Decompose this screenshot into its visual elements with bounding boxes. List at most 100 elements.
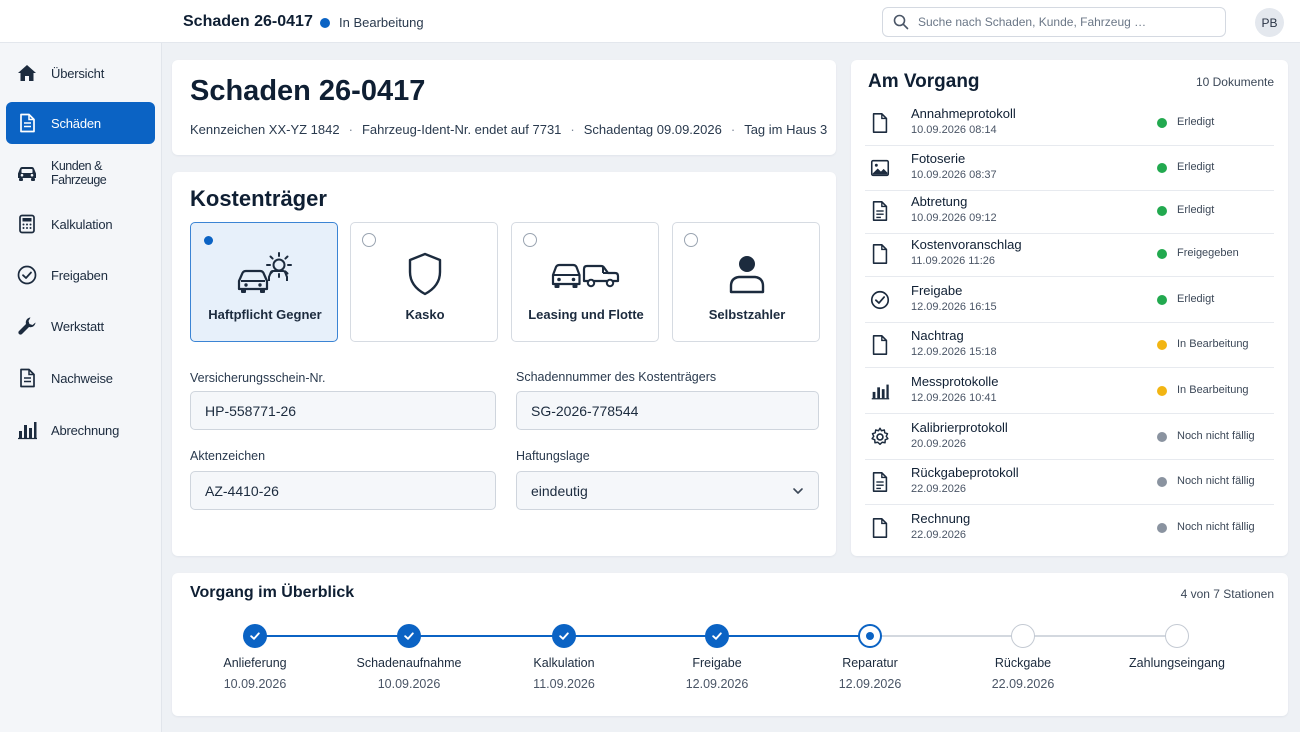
payer-option-selbstzahler[interactable]: Selbstzahler [672,222,820,342]
timeline-node-done[interactable] [397,624,421,648]
document-row[interactable]: Messprotokolle 12.09.2026 10:41 In Bearbei… [865,369,1274,414]
document-icon [872,113,888,133]
page-title: Schaden 26-0417 [190,75,426,107]
status-dot [320,17,330,28]
timeline-connector [409,635,564,637]
document-row[interactable]: Kalibrierprotokoll 20.09.2026 Noch nicht f… [865,415,1274,460]
document-icon [872,244,888,264]
payer-option-haftpflicht-gegner[interactable]: Haftpflicht Gegner [190,222,338,342]
option-label: Leasing und Flotte [528,307,644,322]
sidebar-item-uebersicht[interactable]: Übersicht [6,52,155,94]
timeline-node-current[interactable] [858,624,882,648]
status-text: In Bearbeitung [339,15,424,30]
timeline-node-done[interactable] [552,624,576,648]
check-circle-icon [17,265,37,285]
document-icon [20,113,35,133]
sidebar-item-label: Schäden [51,115,101,131]
calculator-icon [19,214,35,234]
gear-icon [871,427,889,446]
document-date: 12.09.2026 15:18 [911,346,997,358]
document-row[interactable]: Freigabe 12.09.2026 16:15 Erledigt [865,278,1274,323]
document-name: Kostenvoranschlag [911,237,1022,252]
sidebar-item-label: Abrechnung [51,422,120,438]
checkmark-icon [712,632,722,640]
sidebar: Übersicht Schäden Kunden & Fahrzeuge Kal… [0,43,162,732]
timeline-node-done[interactable] [243,624,267,648]
search-box[interactable] [882,7,1226,37]
timeline-station-date: 12.09.2026 [838,677,902,691]
sidebar-item-werkstatt[interactable]: Werkstatt [6,305,155,347]
radio-unselected[interactable] [684,233,698,247]
sidebar-item-kalkulation[interactable]: Kalkulation [6,203,155,245]
timeline-connector [870,635,1023,637]
payer-claim-number-field[interactable] [516,391,819,430]
document-row[interactable]: Rückgabeprotokoll 22.09.2026 Noch nicht fä… [865,460,1274,505]
documents-card: Am Vorgang 10 Dokumente Annahmeprotokoll… [851,60,1288,556]
timeline-station-date: 11.09.2026 [533,677,595,691]
timeline-station-date: 22.09.2026 [991,677,1055,691]
document-name: Messprotokolle [911,374,999,389]
car-collision-icon [191,249,339,299]
radio-selected[interactable] [202,233,216,247]
search-input[interactable] [918,15,1208,29]
timeline-node-pending[interactable] [1011,624,1035,648]
radio-unselected[interactable] [523,233,537,247]
timeline-node-pending[interactable] [1165,624,1189,648]
timeline-station-label: Reparatur [842,656,898,670]
timeline-connector [564,635,717,637]
timeline-station-label: Rückgabe [994,656,1052,670]
status-dot [1157,206,1167,216]
document-row[interactable]: Annahmeprotokoll 10.09.2026 08:14 Erledigt [865,101,1274,146]
home-icon [18,65,36,81]
document-date: 10.09.2026 09:12 [911,212,997,224]
document-name: Kalibrierprotokoll [911,420,1008,435]
document-status: Erledigt [1177,161,1215,173]
sidebar-item-freigaben[interactable]: Freigaben [6,254,155,296]
document-row[interactable]: Kostenvoranschlag 11.09.2026 11:26 Freigeg… [865,232,1274,277]
status-dot [1157,432,1167,442]
document-row[interactable]: Rechnung 22.09.2026 Noch nicht fällig [865,506,1274,551]
file-reference-field[interactable] [190,471,496,510]
document-status: Noch nicht fällig [1177,430,1255,442]
license-plate: Kennzeichen XX-YZ 1842 [190,122,340,137]
sidebar-item-label: Nachweise [51,370,113,386]
status-dot [1157,118,1167,128]
status-dot [1157,386,1167,396]
sidebar-item-label: Kalkulation [51,216,113,232]
timeline-connector [1023,635,1177,637]
document-row[interactable]: Nachtrag 12.09.2026 15:18 In Bearbeitung [865,323,1274,368]
image-icon [870,159,890,177]
liability-select[interactable]: eindeutig [516,471,819,510]
document-status: Freigegeben [1177,247,1239,259]
payer-option-kasko[interactable]: Kasko [350,222,498,342]
policy-number-field[interactable] [190,391,496,430]
timeline-node-done[interactable] [705,624,729,648]
sidebar-item-label: Kunden & Fahrzeuge [51,159,107,187]
sidebar-item-kunden-fahrzeuge[interactable]: Kunden & Fahrzeuge [6,152,155,194]
timeline-station-date: 10.09.2026 [223,677,287,691]
sidebar-item-nachweise[interactable]: Nachweise [6,357,155,399]
documents-title: Am Vorgang [868,71,980,92]
user-avatar[interactable]: PB [1255,8,1284,37]
document-date: 10.09.2026 08:14 [911,124,997,136]
document-status: Erledigt [1177,204,1215,216]
timeline-connector [717,635,870,637]
document-row[interactable]: Abtretung 10.09.2026 09:12 Erledigt [865,189,1274,234]
document-status: Erledigt [1177,293,1215,305]
radio-unselected[interactable] [362,233,376,247]
document-date: 12.09.2026 10:41 [911,392,997,404]
bar-chart-icon [871,384,890,400]
sidebar-item-schaeden[interactable]: Schäden [6,102,155,144]
document-name: Annahmeprotokoll [911,106,1016,121]
timeline-station-date: 12.09.2026 [685,677,749,691]
timeline-progress-count: 4 von 7 Stationen [1180,587,1274,601]
claim-header-card: Schaden 26-0417 Kennzeichen XX-YZ 1842 · F… [172,60,836,155]
liability-label: Haftungslage [516,449,590,463]
window-title: Schaden 26-0417 [183,13,313,30]
sidebar-item-abrechnung[interactable]: Abrechnung [6,409,155,451]
checkmark-icon [250,632,260,640]
payer-option-leasing-flotte[interactable]: Leasing und Flotte [511,222,659,342]
document-date: 22.09.2026 [911,483,967,495]
option-label: Haftpflicht Gegner [208,307,322,322]
document-row[interactable]: Fotoserie 10.09.2026 08:37 Erledigt [865,146,1274,191]
